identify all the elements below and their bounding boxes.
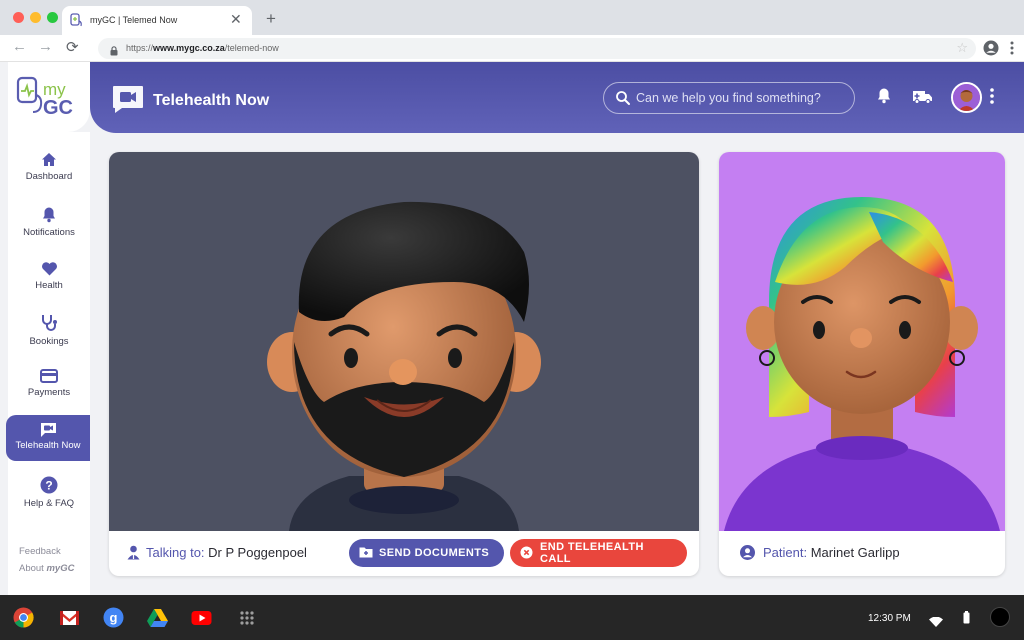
forward-icon[interactable]: → [38, 38, 53, 55]
patient-video-card: Patient: Marinet Garlipp [719, 152, 1005, 576]
user-avatar[interactable] [951, 82, 982, 113]
google-search-icon[interactable]: g [103, 607, 124, 628]
feedback-link[interactable]: Feedback [19, 546, 61, 557]
more-options-icon[interactable] [990, 88, 994, 109]
sidebar-item-bookings[interactable]: Bookings [8, 314, 90, 360]
close-circle-icon [520, 546, 533, 559]
talking-to-label: Talking to: Dr P Poggenpoel [146, 545, 307, 560]
sidebar-item-label: Notifications [23, 227, 75, 238]
profile-icon[interactable] [983, 40, 999, 61]
wifi-icon[interactable] [929, 614, 943, 632]
address-bar[interactable]: https://www.mygc.co.za/telemed-now ☆ [98, 38, 976, 59]
doctor-name: Dr P Poggenpoel [208, 545, 307, 560]
google-drive-icon[interactable] [147, 607, 168, 628]
sidebar-item-label: Bookings [29, 336, 69, 347]
close-window-button[interactable] [13, 12, 24, 23]
help-icon: ? [40, 476, 58, 494]
folder-plus-icon [359, 547, 373, 558]
sidebar-item-label: Dashboard [25, 171, 73, 182]
sidebar-item-label: Payments [27, 387, 71, 398]
bell-icon [43, 207, 55, 223]
system-clock[interactable]: 12:30 PM [868, 613, 911, 624]
doctor-video-card: Talking to: Dr P Poggenpoel SEND DOCUMEN… [109, 152, 699, 576]
sidebar-item-help-faq[interactable]: ? Help & FAQ [8, 476, 90, 522]
svg-text:?: ? [45, 479, 52, 493]
patient-avatar-illustration [724, 197, 1000, 531]
patient-info-bar: Patient: Marinet Garlipp [719, 531, 1005, 576]
notifications-bell-icon[interactable] [877, 87, 891, 109]
send-documents-button[interactable]: SEND DOCUMENTS [349, 539, 504, 567]
browser-toolbar: ← → ⟳ https://www.mygc.co.za/telemed-now… [0, 35, 1024, 62]
ambulance-icon[interactable] [912, 90, 934, 109]
sidebar-item-payments[interactable]: Payments [8, 369, 90, 415]
doctor-video-feed[interactable] [109, 152, 699, 531]
svg-text:g: g [110, 610, 118, 625]
home-icon [42, 153, 56, 166]
stethoscope-icon [42, 315, 57, 331]
browser-menu-icon[interactable] [1010, 41, 1014, 60]
sidebar-item-label: Health [35, 280, 63, 291]
new-tab-icon[interactable]: + [266, 9, 276, 29]
sidebar: Dashboard Notifications Health Bookings … [6, 132, 90, 595]
url-text: https://www.mygc.co.za/telemed-now [126, 43, 279, 53]
close-tab-icon[interactable]: ✕ [230, 11, 242, 28]
heart-icon [41, 262, 57, 276]
about-link[interactable]: About myGC [19, 563, 74, 574]
credit-card-icon [40, 369, 58, 383]
minimize-window-button[interactable] [30, 12, 41, 23]
sidebar-item-telehealth-now[interactable]: Telehealth Now [6, 415, 90, 461]
browser-tab[interactable]: myGC | Telemed Now ✕ [62, 6, 252, 35]
sidebar-item-label: Help & FAQ [23, 498, 75, 509]
favicon-icon [70, 13, 83, 33]
end-telehealth-call-button[interactable]: END TELEHEALTH CALL [510, 539, 687, 567]
maximize-window-button[interactable] [47, 12, 58, 23]
patient-video-feed[interactable] [719, 152, 1005, 531]
battery-icon[interactable] [963, 611, 970, 629]
sidebar-item-health[interactable]: Health [8, 261, 90, 307]
doctor-avatar-illustration [267, 201, 541, 531]
sidebar-item-dashboard[interactable]: Dashboard [8, 152, 90, 198]
app-launcher-icon[interactable] [240, 611, 261, 632]
sidebar-item-notifications[interactable]: Notifications [8, 206, 90, 252]
youtube-icon[interactable] [191, 607, 212, 628]
reload-icon[interactable]: ⟳ [66, 38, 79, 56]
doctor-info-bar: Talking to: Dr P Poggenpoel SEND DOCUMEN… [109, 531, 699, 576]
back-icon[interactable]: ← [12, 38, 27, 55]
search-box[interactable] [603, 82, 855, 114]
page-title: Telehealth Now [153, 92, 270, 109]
search-input[interactable] [636, 89, 846, 107]
brand-logo[interactable]: my GC [8, 62, 90, 132]
gmail-icon[interactable] [59, 607, 80, 628]
bookmark-star-icon[interactable]: ☆ [956, 40, 968, 56]
logo-text-gc: GC [43, 97, 73, 119]
video-camera-icon [112, 84, 144, 119]
patient-user-icon [740, 545, 755, 565]
search-icon [615, 90, 631, 111]
browser-tab-strip: myGC | Telemed Now ✕ + [0, 0, 1024, 35]
patient-label: Patient: Marinet Garlipp [763, 545, 900, 560]
os-taskbar: g 12:30 PM [0, 595, 1024, 640]
chrome-icon[interactable] [13, 607, 34, 628]
lock-icon [110, 43, 118, 61]
doctor-user-icon [127, 545, 140, 565]
account-status-icon[interactable] [990, 607, 1010, 627]
patient-name: Marinet Garlipp [810, 545, 900, 560]
tab-title: myGC | Telemed Now [90, 15, 178, 25]
sidebar-item-label: Telehealth Now [15, 440, 81, 451]
video-icon [40, 423, 56, 437]
